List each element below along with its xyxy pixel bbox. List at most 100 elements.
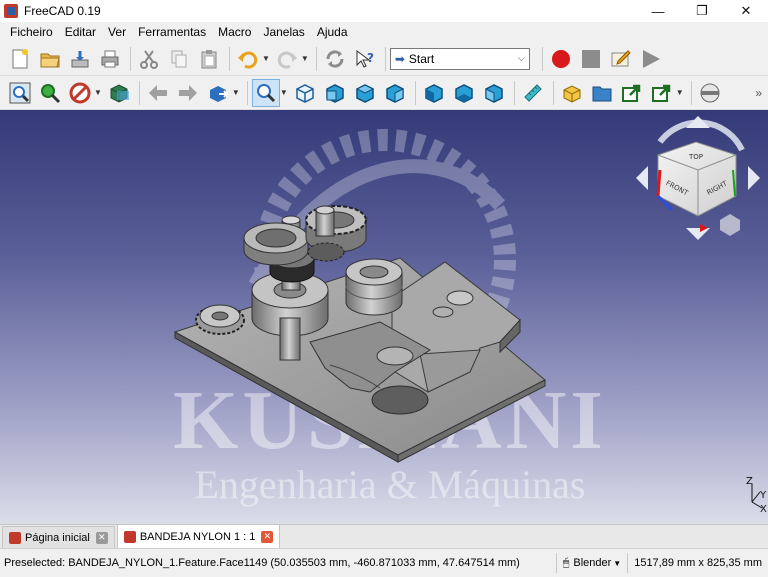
separator	[130, 46, 131, 71]
fit-selection-icon[interactable]	[36, 79, 64, 107]
title-bar: FreeCAD 0.19 — ❐ ✕	[0, 0, 768, 22]
tab-label: BANDEJA NYLON 1 : 1	[139, 530, 256, 543]
menu-ajuda[interactable]: Ajuda	[311, 25, 354, 39]
3d-viewport[interactable]: KUSMANI Engenharia & Máquinas	[0, 110, 768, 524]
separator	[690, 80, 692, 105]
tab-bandeja-nylon[interactable]: BANDEJA NYLON 1 : 1 ✕	[116, 524, 281, 548]
group-icon[interactable]	[588, 79, 616, 107]
left-view-icon[interactable]	[480, 79, 508, 107]
right-pulley	[345, 258, 403, 316]
view-toolbar: ▼ ▼ ▼ ▼ »	[0, 76, 768, 110]
chevron-down-icon[interactable]: ▼	[94, 88, 102, 97]
workbench-label: Start	[408, 51, 435, 66]
chevron-down-icon[interactable]: ▼	[676, 88, 684, 97]
chevron-down-icon: ▼	[613, 558, 622, 568]
new-file-icon[interactable]	[6, 45, 34, 73]
minimize-button[interactable]: —	[636, 0, 680, 22]
watermark-subtitle: Engenharia & Máquinas	[195, 462, 586, 507]
part-icon[interactable]	[558, 79, 586, 107]
view-dimensions: 1517,89 mm x 825,35 mm	[627, 553, 768, 573]
copy-icon[interactable]	[165, 45, 193, 73]
tab-label: Página inicial	[25, 531, 90, 544]
menu-ficheiro[interactable]: Ficheiro	[4, 25, 59, 39]
redo-icon[interactable]	[273, 45, 301, 73]
link-icon[interactable]	[618, 79, 646, 107]
toolbar-overflow-icon[interactable]: »	[755, 86, 762, 100]
workbench-selector[interactable]: ➡ Start ⌵	[389, 47, 530, 70]
top-view-icon[interactable]	[351, 79, 379, 107]
gear-small	[195, 304, 245, 335]
stereo-icon[interactable]	[105, 79, 133, 107]
rear-view-icon[interactable]	[420, 79, 448, 107]
link-actions-icon[interactable]	[648, 79, 676, 107]
navigation-style-selector[interactable]: 🖱 Blender ▼	[555, 553, 627, 573]
forward-icon[interactable]	[174, 79, 202, 107]
separator	[246, 80, 248, 105]
measure-icon[interactable]	[519, 79, 547, 107]
nav-arrow-left-icon	[636, 166, 648, 190]
axis-y-label: Y	[759, 490, 767, 501]
menu-bar: Ficheiro Editar Ver Ferramentas Macro Ja…	[0, 22, 768, 42]
menu-ver[interactable]: Ver	[102, 25, 132, 39]
chevron-down-icon[interactable]: ▼	[280, 88, 288, 97]
zoom-icon[interactable]	[251, 78, 280, 107]
window-controls: — ❐ ✕	[636, 0, 768, 22]
status-right: 🖱 Blender ▼ 1517,89 mm x 825,35 mm	[555, 549, 768, 577]
status-bar: Preselected: BANDEJA_NYLON_1.Feature.Fac…	[0, 548, 768, 576]
separator	[138, 80, 140, 105]
close-icon[interactable]: ✕	[95, 531, 108, 544]
freecad-logo-icon	[9, 531, 21, 544]
print-icon[interactable]	[96, 45, 124, 73]
menu-janelas[interactable]: Janelas	[257, 25, 310, 39]
scene-canvas: KUSMANI Engenharia & Máquinas	[173, 116, 767, 515]
menu-macro[interactable]: Macro	[212, 25, 257, 39]
close-window-button[interactable]: ✕	[724, 0, 768, 22]
separator	[315, 46, 317, 71]
chevron-down-icon[interactable]: ▼	[301, 54, 309, 63]
separator	[513, 80, 515, 105]
back-icon[interactable]	[144, 79, 172, 107]
macro-record-icon[interactable]	[547, 45, 575, 73]
separator	[384, 46, 386, 71]
paste-icon[interactable]	[195, 45, 223, 73]
macro-run-icon[interactable]	[637, 45, 665, 73]
front-view-icon[interactable]	[321, 79, 349, 107]
right-view-icon[interactable]	[381, 79, 409, 107]
cut-icon[interactable]	[135, 45, 163, 73]
chevron-down-icon: ⌵	[518, 53, 525, 63]
separator	[541, 46, 543, 71]
mouse-icon: 🖱	[562, 556, 570, 569]
menu-ferramentas[interactable]: Ferramentas	[132, 25, 212, 39]
preselection-message: Preselected: BANDEJA_NYLON_1.Feature.Fac…	[4, 556, 520, 569]
whats-this-icon[interactable]: ?	[351, 45, 379, 73]
chevron-down-icon[interactable]: ▼	[262, 54, 270, 63]
fit-all-icon[interactable]	[6, 79, 34, 107]
sync-view-icon[interactable]	[204, 79, 232, 107]
macro-edit-icon[interactable]	[607, 45, 635, 73]
open-file-icon[interactable]	[36, 45, 64, 73]
nav-arrow-right-icon	[748, 166, 760, 190]
isometric-icon[interactable]	[291, 79, 319, 107]
navigation-cube: TOP FRONT RIGHT	[636, 116, 760, 240]
menu-editar[interactable]: Editar	[59, 25, 102, 39]
save-icon[interactable]	[66, 45, 94, 73]
bottom-view-icon[interactable]	[450, 79, 478, 107]
refresh-icon[interactable]	[321, 45, 349, 73]
draw-style-icon[interactable]	[66, 79, 94, 107]
arrow-right-icon: ➡	[394, 51, 405, 66]
document-tabs: Página inicial ✕ BANDEJA NYLON 1 : 1 ✕	[0, 524, 768, 548]
undo-icon[interactable]	[234, 45, 262, 73]
axis-cross: Z Y X	[746, 476, 767, 515]
file-toolbar: ▼ ▼ ? ➡ Start ⌵	[0, 42, 768, 76]
maximize-button[interactable]: ❐	[680, 0, 724, 22]
separator	[552, 80, 554, 105]
chevron-down-icon[interactable]: ▼	[232, 88, 240, 97]
svg-text:?: ?	[367, 51, 374, 65]
close-icon[interactable]: ✕	[261, 530, 274, 543]
macro-stop-icon[interactable]	[577, 45, 605, 73]
clipping-icon[interactable]	[696, 79, 724, 107]
separator	[414, 80, 416, 105]
nav-arrow-down-icon	[686, 228, 710, 240]
freecad-logo-icon	[123, 530, 136, 543]
tab-start-page[interactable]: Página inicial ✕	[2, 526, 115, 548]
